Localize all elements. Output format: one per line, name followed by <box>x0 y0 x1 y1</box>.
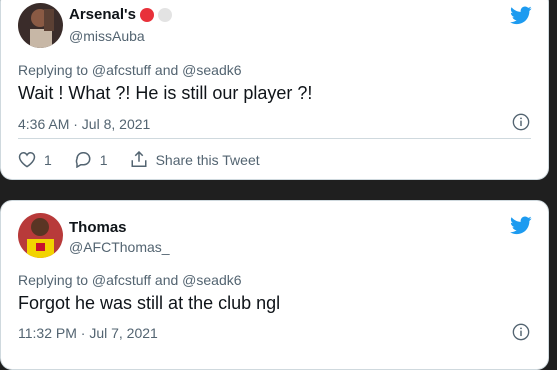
reply-action[interactable]: 1 <box>74 151 108 168</box>
display-name[interactable]: Arsenal's <box>69 6 136 23</box>
heart-icon[interactable] <box>18 151 36 168</box>
replying-to[interactable]: Replying to @afcstuff and @seadk6 <box>18 62 242 78</box>
share-icon[interactable] <box>130 151 148 168</box>
like-count: 1 <box>44 151 52 168</box>
twitter-bird-icon[interactable] <box>510 216 532 235</box>
timestamp[interactable]: 4:36 AM · Jul 8, 2021 <box>18 116 150 132</box>
display-name[interactable]: Thomas <box>69 219 127 236</box>
white-circle-emoji <box>157 7 172 22</box>
reply-count: 1 <box>99 151 108 168</box>
tweet-actions: 1 1 Share this Tweet <box>18 151 282 168</box>
info-icon[interactable] <box>512 113 530 131</box>
divider <box>18 138 531 139</box>
like-action[interactable]: 1 <box>18 151 52 168</box>
share-action[interactable]: Share this Tweet <box>130 151 260 168</box>
tweet-text: Forgot he was still at the club ngl <box>18 293 281 313</box>
avatar[interactable] <box>18 213 63 258</box>
user-handle[interactable]: @missAuba <box>69 28 145 44</box>
info-icon[interactable] <box>512 323 530 341</box>
tweet-card[interactable]: Arsenal's @missAuba Replying to @afcstuf… <box>0 0 549 180</box>
avatar[interactable] <box>18 3 63 48</box>
red-circle-emoji <box>139 7 154 22</box>
share-label: Share this Tweet <box>155 151 260 168</box>
reply-icon[interactable] <box>74 151 92 168</box>
tweet-card[interactable]: Thomas @AFCThomas_ Replying to @afcstuff… <box>0 200 549 370</box>
tweet-text: Wait ! What ?! He is still our player ?! <box>18 83 313 103</box>
timestamp[interactable]: 11:32 PM · Jul 7, 2021 <box>18 325 158 341</box>
replying-to[interactable]: Replying to @afcstuff and @seadk6 <box>18 272 242 288</box>
twitter-bird-icon[interactable] <box>510 6 532 25</box>
user-handle[interactable]: @AFCThomas_ <box>69 239 170 255</box>
